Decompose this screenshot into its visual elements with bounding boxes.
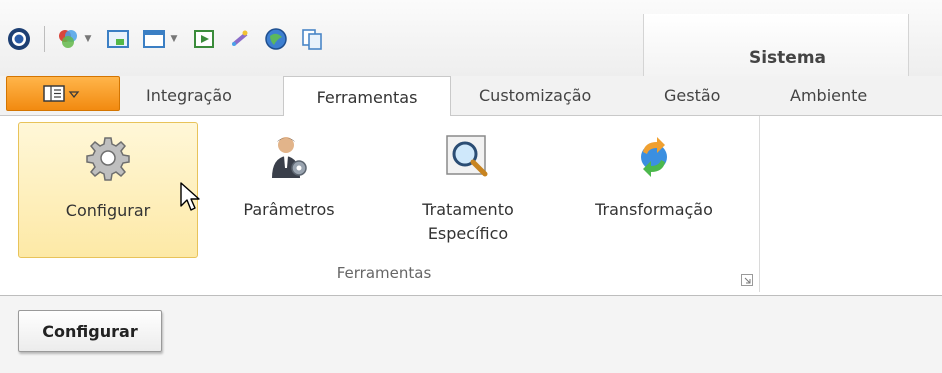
ribbon-panel: Configurar Parâmetros Tratamento Específ… [0,116,942,296]
palette-icon[interactable] [55,26,81,52]
dialog-launcher-icon[interactable] [741,272,753,286]
content-area: Configurar [0,297,942,373]
configurar-label: Configurar [65,201,151,220]
globe-icon[interactable] [263,26,289,52]
window-minimize-icon[interactable] [105,26,131,52]
context-tab-label: Sistema [748,48,826,68]
tab-ambiente[interactable]: Ambiente [790,86,867,105]
document-tab-label: Configurar [42,321,138,341]
chevron-down-icon[interactable]: ▼ [83,26,93,52]
ribbon-tab-bar: Integração Ferramentas Customização Gest… [0,76,942,117]
window-icon[interactable] [141,26,167,52]
configurar-button[interactable]: Configurar [18,122,198,258]
tratamento-label-line2: Específico [427,224,509,243]
tab-customizacao[interactable]: Customização [479,86,591,105]
tratamento-especifico-label: Tratamento Específico [422,198,514,246]
parametros-button[interactable]: Parâmetros [224,122,354,258]
tratamento-especifico-button[interactable]: Tratamento Específico [393,122,543,258]
transformacao-label: Transformação [595,200,713,219]
transform-refresh-icon [631,134,677,180]
tab-ferramentas[interactable]: Ferramentas [283,76,451,117]
magnifier-icon [445,134,491,180]
tab-gestao[interactable]: Gestão [664,86,720,105]
document-tab-configurar[interactable]: Configurar [18,310,162,352]
user-settings-icon [266,134,312,180]
mouse-cursor-icon [180,182,200,216]
play-icon[interactable] [191,26,217,52]
ribbon-group-ferramentas: Configurar Parâmetros Tratamento Específ… [8,116,760,292]
application-menu-button[interactable] [6,76,120,111]
tab-integracao[interactable]: Integração [146,86,232,105]
transformacao-button[interactable]: Transformação [574,122,734,258]
ribbon-group-label: Ferramentas [336,264,432,282]
app-logo-icon[interactable] [6,26,32,52]
chevron-down-icon[interactable]: ▼ [169,26,179,52]
app-menu-icon [43,84,80,102]
tratamento-label-line1: Tratamento [422,200,514,219]
magic-icon[interactable] [227,26,253,52]
toolbar-separator [44,26,45,52]
tab-ferramentas-label: Ferramentas [316,87,418,107]
copy-icon[interactable] [299,26,325,52]
parametros-label: Parâmetros [243,200,335,219]
context-tab-group: Sistema [643,14,909,76]
gear-icon [85,135,131,181]
